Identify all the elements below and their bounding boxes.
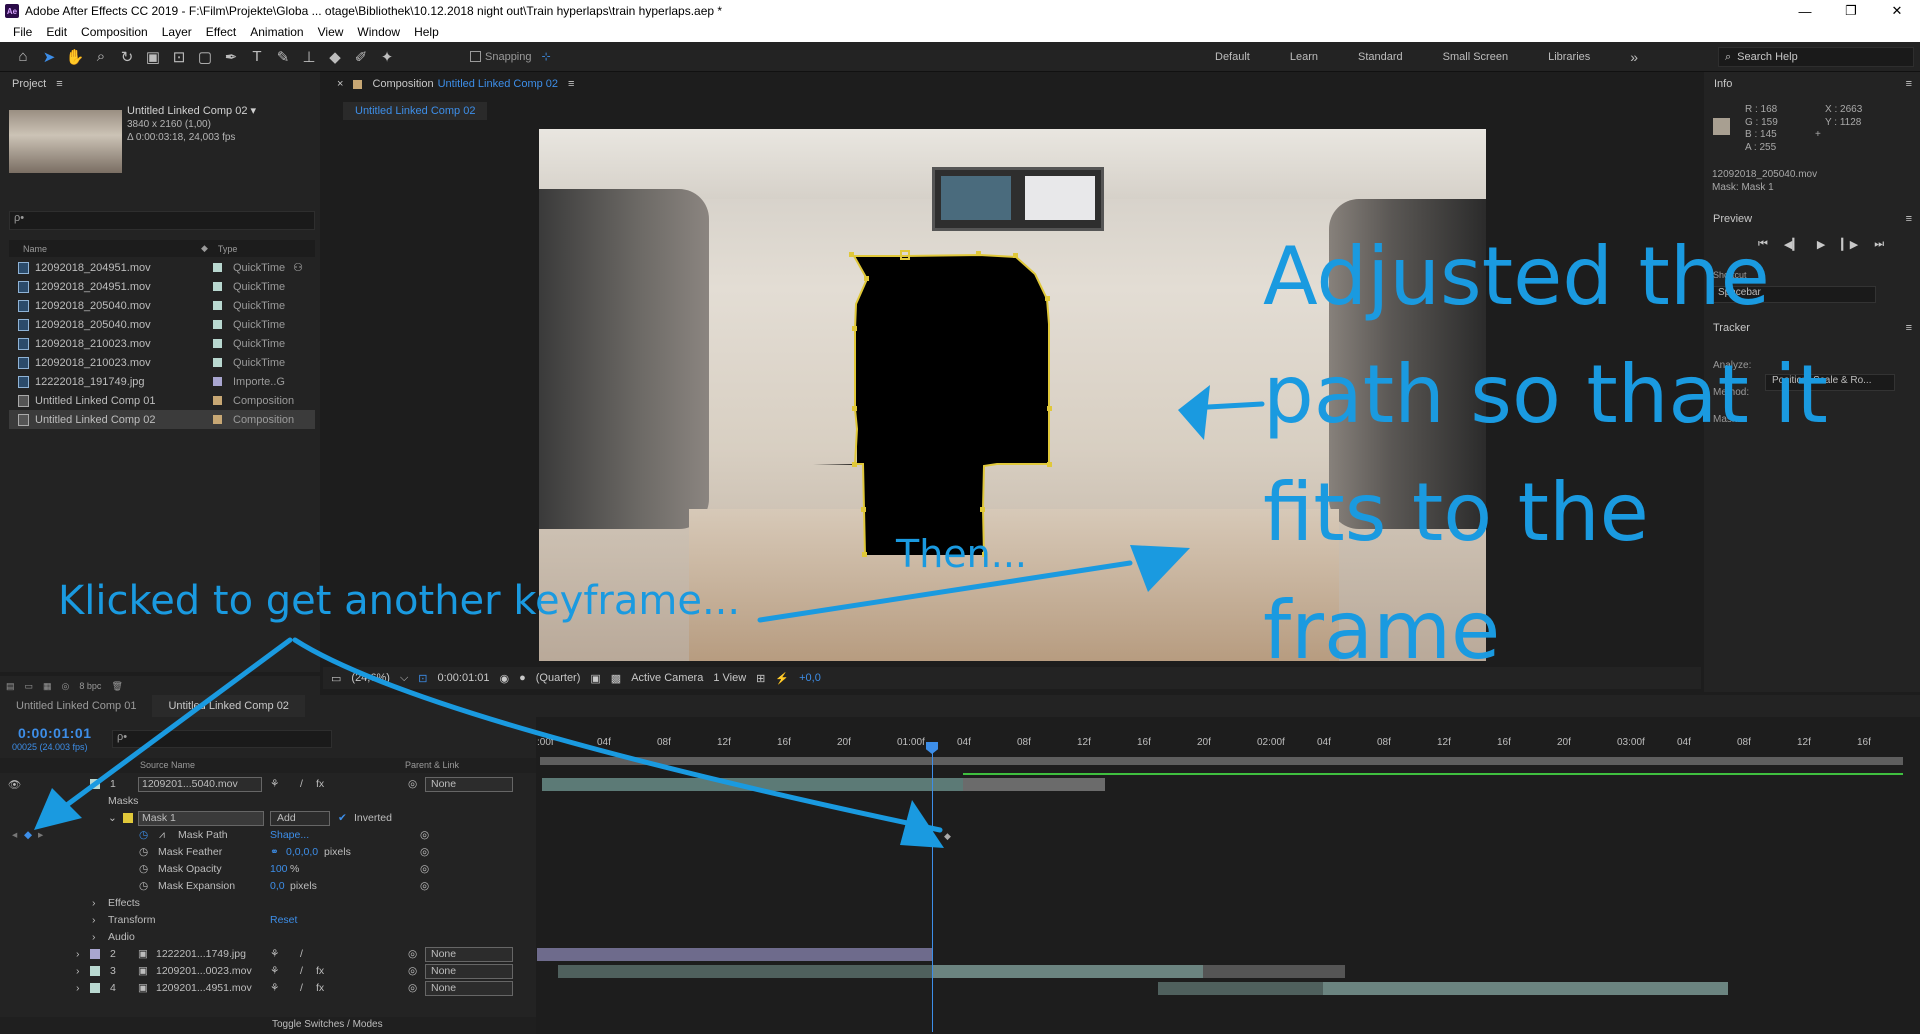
arrow-to-keyframe-button — [57, 637, 293, 813]
arrow-then — [757, 560, 1133, 623]
arrow-to-timeline-keyframe — [292, 637, 943, 833]
annotation-arrows — [34, 385, 1265, 848]
